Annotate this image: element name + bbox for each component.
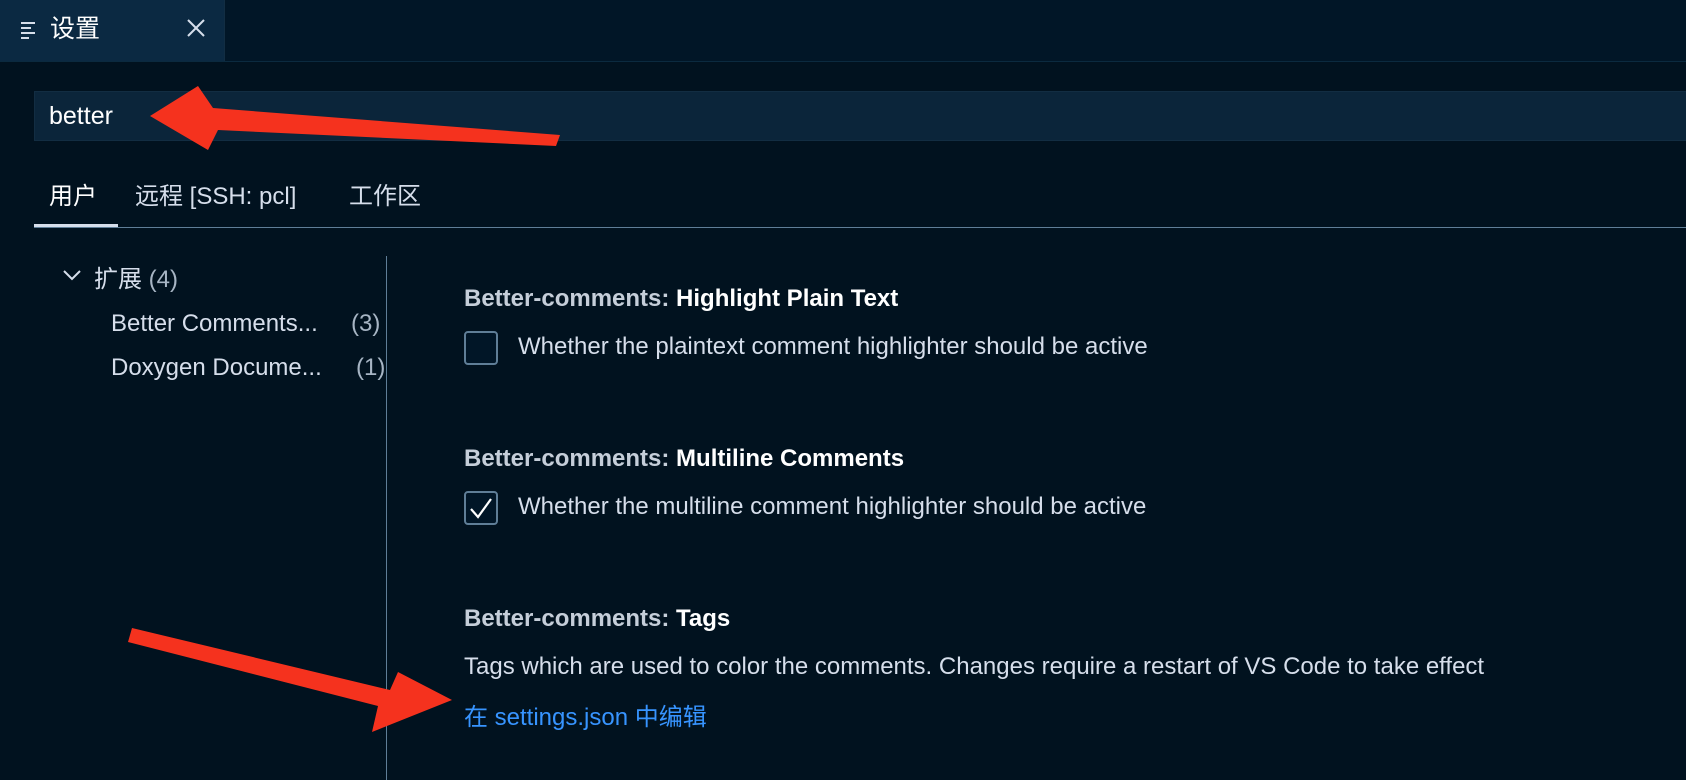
tree-item-count: (3) [351, 310, 381, 337]
check-icon [470, 498, 492, 519]
multiline-comments-checkbox[interactable] [464, 491, 498, 525]
tree-item-label: Doxygen Docume... [111, 354, 322, 381]
setting-title-highlight-plain-text: Better-comments: Highlight Plain Text [464, 285, 899, 312]
settings-search-box [34, 91, 1686, 141]
tab-workspace[interactable]: 工作区 [349, 175, 421, 227]
edit-in-settings-json-link[interactable]: 在 settings.json 中编辑 [464, 702, 707, 734]
settings-tab[interactable]: 设置 [0, 0, 225, 61]
tree-group-count: (4) [148, 266, 179, 293]
tree-item-better-comments[interactable]: Better Comments... [111, 308, 318, 340]
settings-editor: 设置 用户 远程 [SSH: pcl] 工作区 扩展 (4) Better Co… [0, 0, 1686, 780]
settings-list-icon [21, 22, 35, 39]
tab-remote-ssh[interactable]: 远程 [SSH: pcl] [135, 175, 296, 227]
setting-description: Whether the plaintext comment highlighte… [518, 333, 1148, 360]
tree-group-label: 扩展 [94, 266, 142, 293]
setting-description: Tags which are used to color the comment… [464, 653, 1485, 680]
setting-title-tags: Better-comments: Tags [464, 605, 731, 632]
tabs-divider [34, 227, 1686, 228]
chevron-down-icon[interactable] [62, 268, 82, 282]
settings-search-input[interactable] [49, 92, 1549, 140]
tab-title: 设置 [50, 15, 101, 43]
setting-description: Whether the multiline comment highlighte… [518, 493, 1147, 520]
tree-item-doxygen[interactable]: Doxygen Docume... [111, 352, 322, 384]
toc-divider [386, 256, 387, 780]
tab-user[interactable]: 用户 [49, 175, 97, 227]
setting-title-multiline-comments: Better-comments: Multiline Comments [464, 445, 905, 472]
tree-item-count: (1) [356, 354, 386, 381]
highlight-plain-text-checkbox[interactable] [464, 331, 498, 365]
editor-tab-bar: 设置 [0, 0, 1686, 62]
tree-group-extensions[interactable]: 扩展 (4) [94, 264, 178, 296]
tree-item-label: Better Comments... [111, 310, 318, 337]
annotation-arrow-icon [128, 628, 452, 732]
close-icon[interactable] [184, 14, 208, 42]
